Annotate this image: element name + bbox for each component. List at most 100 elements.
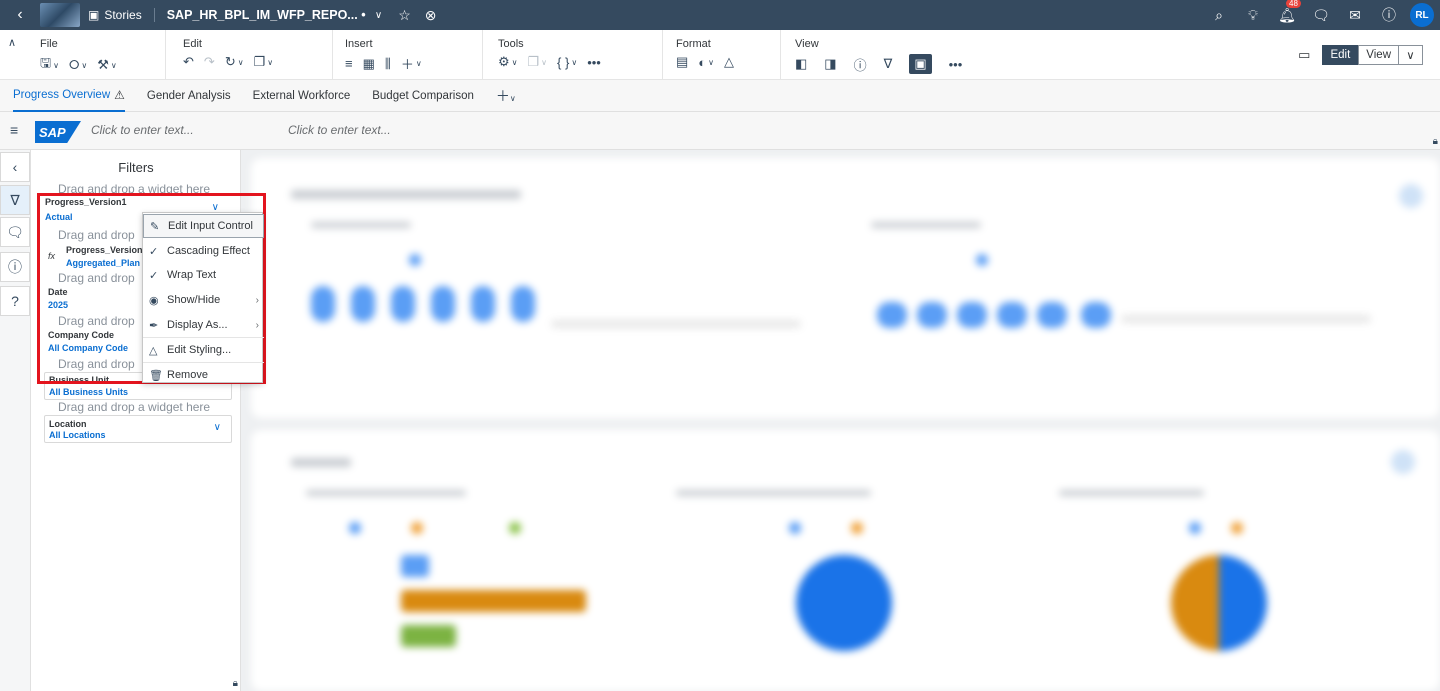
menu-item-label: Show/Hide bbox=[167, 294, 221, 306]
sap-logo: SAP bbox=[35, 121, 81, 143]
edit-mode-button[interactable]: Edit bbox=[1322, 45, 1359, 65]
styling-icon: △ bbox=[149, 344, 158, 357]
hbar-green bbox=[401, 625, 456, 647]
bell-icon[interactable]: 🔔︎ 48 bbox=[1274, 0, 1301, 28]
card-action-placeholder bbox=[1399, 184, 1423, 208]
filter-panel-icon[interactable]: ∇ bbox=[0, 185, 30, 215]
format-icon[interactable]: ▤ bbox=[676, 54, 688, 70]
refresh-icon[interactable]: ↻ ∨ bbox=[225, 54, 244, 70]
chart-bubble bbox=[957, 302, 987, 328]
save-icon[interactable]: 🖫︎ ∨ bbox=[40, 54, 59, 76]
legend-dot bbox=[409, 254, 421, 266]
menu-item-display-as[interactable]: ✒ Display As... › bbox=[143, 313, 264, 337]
hbar-blue bbox=[401, 555, 429, 577]
tab-gender-analysis[interactable]: Gender Analysis bbox=[147, 80, 231, 112]
styling-icon[interactable]: △ bbox=[724, 54, 734, 70]
chart-title-placeholder bbox=[1059, 490, 1204, 496]
close-circle-icon[interactable]: ⊗ bbox=[418, 2, 444, 28]
redo-icon[interactable]: ↷ bbox=[204, 54, 215, 70]
search-icon[interactable]: ⌕ bbox=[1206, 2, 1232, 28]
comments-icon[interactable]: 🗨︎ bbox=[0, 217, 30, 247]
help-icon[interactable]: ? bbox=[0, 286, 30, 316]
filter-panel-title: Filters bbox=[118, 160, 154, 175]
filter-card-location[interactable]: Location All Locations ∨ bbox=[44, 415, 232, 443]
tab-external-workforce[interactable]: External Workforce bbox=[253, 80, 351, 112]
chart-bubble bbox=[997, 302, 1027, 328]
view-group-label: View bbox=[795, 38, 819, 50]
toolbar: ∧ File 🖫︎ ∨ ⭘ ∨ ⚒ ∨ Edit ↶ ↷ ↻ ∨ ❐ ∨ Insert ≡… bbox=[0, 30, 1440, 80]
table-icon[interactable]: ▦ bbox=[363, 54, 375, 73]
add-icon[interactable]: ＋ ∨ bbox=[401, 54, 422, 73]
linked-analysis-icon[interactable]: ❐ ∨ bbox=[528, 54, 548, 70]
chevron-down-icon[interactable]: ∨ bbox=[214, 422, 221, 433]
menu-item-label: Edit Input Control bbox=[168, 220, 253, 232]
stories-label: Stories bbox=[104, 8, 142, 22]
edit-group: Edit ↶ ↷ ↻ ∨ ❐ ∨ bbox=[183, 30, 333, 80]
lightbulb-icon[interactable]: 💡︎ bbox=[1240, 2, 1266, 28]
monitor-icon[interactable]: ▭ bbox=[1298, 47, 1310, 63]
lock-icon: 🔒︎ bbox=[1432, 136, 1438, 147]
design-panel-icon[interactable]: ▣ bbox=[909, 54, 932, 74]
header-text-left[interactable]: Click to enter text... bbox=[91, 123, 194, 137]
checkmark-icon: ✓ bbox=[149, 269, 159, 282]
menu-item-edit-input-control[interactable]: ✎ Edit Input Control bbox=[143, 214, 264, 238]
back-icon[interactable]: ‹ bbox=[0, 6, 40, 24]
pencil-icon: ✎ bbox=[150, 220, 160, 233]
tab-progress-overview[interactable]: Progress Overview ⚠︎ bbox=[13, 80, 125, 112]
feedback-icon[interactable]: ✉ bbox=[1342, 2, 1368, 28]
view-mode-button[interactable]: View bbox=[1358, 45, 1399, 65]
chat-icon[interactable]: 🗨︎ bbox=[1308, 2, 1334, 28]
right-panel-icon[interactable]: ◨ bbox=[824, 54, 836, 74]
card-title-placeholder bbox=[291, 458, 351, 467]
view-more-icon[interactable]: ••• bbox=[949, 54, 963, 74]
chart-bubble bbox=[877, 302, 907, 328]
card-title-placeholder bbox=[291, 190, 521, 199]
chevron-down-icon[interactable]: ∨ bbox=[366, 2, 392, 28]
legend-dot bbox=[851, 522, 863, 534]
mode-dropdown-icon[interactable]: ∨ bbox=[1399, 45, 1423, 65]
legend-dot bbox=[411, 522, 423, 534]
legend-dot bbox=[976, 254, 988, 266]
copy-icon[interactable]: ❐ ∨ bbox=[254, 54, 274, 70]
filter-name: Location bbox=[49, 419, 87, 429]
star-icon[interactable]: ☆ bbox=[392, 2, 418, 28]
chart-title-placeholder bbox=[306, 490, 466, 496]
menu-item-remove[interactable]: 🗑︎ Remove bbox=[143, 363, 264, 387]
story-title[interactable]: SAP_HR_BPL_IM_WFP_REPO... • bbox=[167, 8, 366, 22]
left-panel-icon[interactable]: ◧ bbox=[795, 54, 807, 74]
share-icon[interactable]: ⭘ ∨ bbox=[69, 54, 87, 76]
tab-label: Progress Overview bbox=[13, 88, 111, 101]
input-control-icon[interactable]: ⫼ bbox=[385, 54, 391, 73]
chart-icon[interactable]: ≡ bbox=[345, 54, 353, 73]
more-icon[interactable]: ••• bbox=[587, 54, 601, 70]
collapse-toolbar-icon[interactable]: ∧ bbox=[8, 36, 16, 49]
palette-icon[interactable]: ◐ ∨ bbox=[698, 54, 714, 70]
script-icon[interactable]: { } ∨ bbox=[557, 54, 577, 70]
warning-icon: ⚠︎ bbox=[114, 87, 125, 102]
legend-dot bbox=[1189, 522, 1201, 534]
stories-link[interactable]: ▣ Stories bbox=[88, 8, 155, 22]
drop-zone[interactable]: Drag and drop a widget here bbox=[58, 400, 210, 414]
menu-item-edit-styling[interactable]: △ Edit Styling... bbox=[143, 338, 264, 362]
lock-icon: 🔒︎ bbox=[232, 678, 238, 689]
header-text-right[interactable]: Click to enter text... bbox=[288, 123, 391, 137]
info-icon[interactable]: ⓘ bbox=[854, 54, 867, 74]
filter-icon[interactable]: ∇ bbox=[884, 54, 893, 74]
story-header: ≡ SAP Click to enter text... Click to en… bbox=[0, 112, 1440, 150]
add-page-icon[interactable]: ＋∨ bbox=[496, 86, 516, 106]
menu-item-show-hide[interactable]: ◉ Show/Hide › bbox=[143, 288, 264, 312]
menu-item-wrap-text[interactable]: ✓ Wrap Text bbox=[143, 263, 264, 287]
tab-budget-comparison[interactable]: Budget Comparison bbox=[372, 80, 474, 112]
tools-icon[interactable]: ⚒ ∨ bbox=[97, 54, 117, 76]
undo-icon[interactable]: ↶ bbox=[183, 54, 194, 70]
collapse-panel-icon[interactable]: ‹ bbox=[0, 152, 30, 182]
menu-icon[interactable]: ≡ bbox=[10, 122, 18, 138]
help-icon[interactable]: ⓘ bbox=[1376, 2, 1402, 28]
info-icon[interactable]: ⓘ bbox=[0, 252, 30, 282]
chart-bubble bbox=[1037, 302, 1067, 328]
settings-icon[interactable]: ⚙ ∨ bbox=[498, 54, 518, 70]
menu-item-cascading-effect[interactable]: ✓ Cascading Effect bbox=[143, 239, 264, 263]
avatar[interactable]: RL bbox=[1410, 3, 1434, 27]
pie-chart-split bbox=[1171, 555, 1267, 651]
stories-icon: ▣ bbox=[88, 8, 100, 22]
